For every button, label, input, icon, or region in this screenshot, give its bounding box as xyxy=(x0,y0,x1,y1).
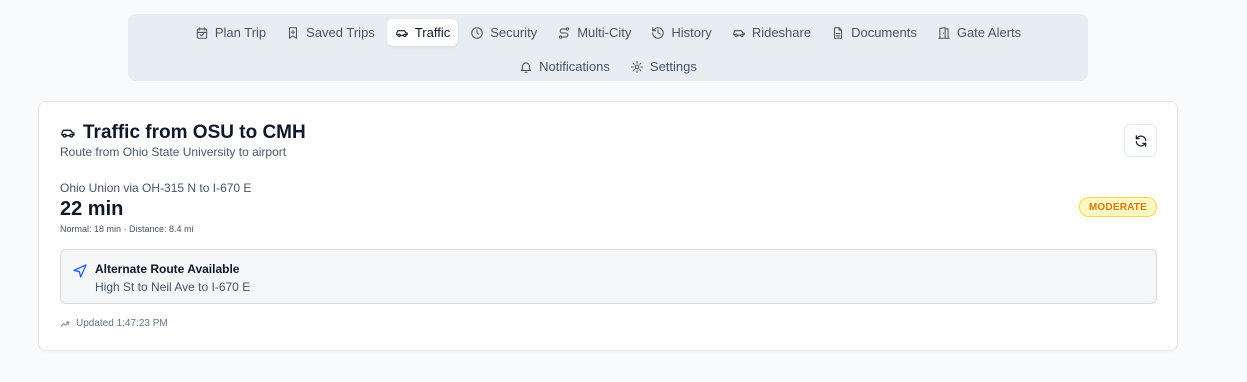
refresh-icon xyxy=(1135,134,1146,147)
main-nav: Plan Trip Saved Trips Traffic Security M… xyxy=(128,14,1088,81)
tab-saved-trips[interactable]: Saved Trips xyxy=(278,19,383,46)
car-icon xyxy=(61,129,75,138)
clock-icon xyxy=(471,26,483,39)
gear-icon xyxy=(630,60,643,73)
card-subtitle: Route from Ohio State University to airp… xyxy=(60,145,287,159)
tab-security[interactable]: Security xyxy=(462,19,545,46)
navigation-icon xyxy=(73,264,87,278)
history-icon xyxy=(652,26,665,39)
tab-label: Notifications xyxy=(539,59,610,74)
tab-rideshare[interactable]: Rideshare xyxy=(724,19,819,46)
car-icon xyxy=(733,29,745,37)
tab-documents[interactable]: Documents xyxy=(823,19,925,46)
alternate-route-box: Alternate Route Available High St to Nei… xyxy=(60,249,1157,304)
route-name: Ohio Union via OH-315 N to I-670 E xyxy=(60,181,252,195)
nav-row-1: Plan Trip Saved Trips Traffic Security M… xyxy=(132,18,1084,47)
tab-multi-city[interactable]: Multi-City xyxy=(549,19,639,46)
car-icon xyxy=(396,29,408,37)
bell-icon xyxy=(520,61,532,73)
tab-gate-alerts[interactable]: Gate Alerts xyxy=(929,19,1029,46)
route-details: Normal: 18 min · Distance: 8.4 mi xyxy=(60,224,194,234)
alternate-route-title: Alternate Route Available xyxy=(95,262,240,276)
door-icon xyxy=(938,26,950,39)
refresh-button[interactable] xyxy=(1124,124,1157,157)
tab-plan-trip[interactable]: Plan Trip xyxy=(187,19,274,46)
tab-label: Traffic xyxy=(414,25,451,40)
travel-duration: 22 min xyxy=(60,198,124,220)
tab-settings[interactable]: Settings xyxy=(622,53,705,80)
tab-label: Gate Alerts xyxy=(956,25,1022,40)
tab-traffic[interactable]: Traffic xyxy=(386,19,459,46)
bookmark-icon xyxy=(289,26,298,39)
tab-label: Documents xyxy=(851,25,917,40)
tab-label: Plan Trip xyxy=(214,25,267,40)
tab-label: Rideshare xyxy=(751,25,812,40)
tab-label: Security xyxy=(490,25,538,40)
trending-up-icon xyxy=(60,321,70,326)
tab-notifications[interactable]: Notifications xyxy=(511,53,618,80)
tab-label: Saved Trips xyxy=(306,25,375,40)
tab-label: Multi-City xyxy=(577,25,632,40)
tab-history[interactable]: History xyxy=(643,19,719,46)
file-icon xyxy=(834,26,843,39)
tab-label: Settings xyxy=(649,59,697,74)
status-badge: MODERATE xyxy=(1078,197,1157,217)
card-title: Traffic from OSU to CMH xyxy=(60,122,306,144)
route-icon xyxy=(558,26,570,39)
card-title-text: Traffic from OSU to CMH xyxy=(83,122,306,143)
nav-row-2: Notifications Settings xyxy=(132,52,1084,81)
calendar-icon xyxy=(196,26,208,39)
updated-text: Updated 1:47:23 PM xyxy=(76,318,168,329)
traffic-card: Traffic from OSU to CMH Route from Ohio … xyxy=(38,101,1178,351)
updated-timestamp: Updated 1:47:23 PM xyxy=(60,318,168,329)
alternate-route-description: High St to Neil Ave to I-670 E xyxy=(95,280,251,294)
tab-label: History xyxy=(671,25,712,40)
